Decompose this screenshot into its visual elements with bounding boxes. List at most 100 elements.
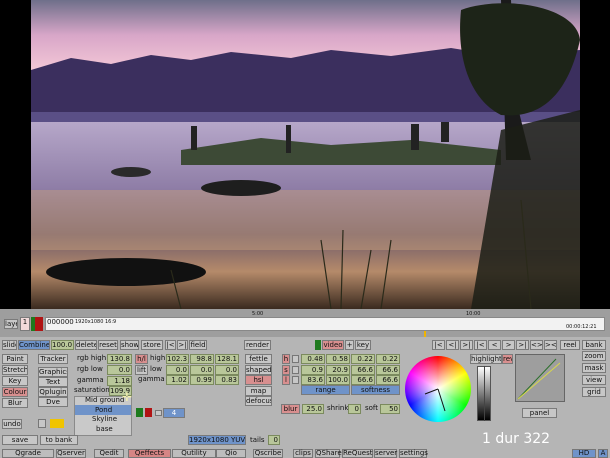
slide-button[interactable]: slide [2, 340, 17, 350]
l-button[interactable]: l [282, 375, 290, 385]
field-button[interactable]: field [189, 340, 207, 350]
dve-button[interactable]: Dve [38, 397, 68, 407]
low-g[interactable]: 0.0 [190, 365, 214, 375]
tab-qserver[interactable]: Qserver [56, 449, 86, 458]
h-value-2[interactable]: 0.58 [326, 354, 350, 364]
layer-index[interactable]: 4 [163, 408, 185, 418]
dropdown-option[interactable]: base [96, 425, 113, 434]
colour-button[interactable]: Colour [2, 387, 28, 397]
delete-button[interactable]: delete [75, 340, 97, 350]
gamma-r[interactable]: 1.02 [166, 375, 189, 385]
zoom-button[interactable]: zoom [582, 351, 606, 361]
to-bank-button[interactable]: to bank [40, 435, 78, 445]
tab-settings[interactable]: settings [399, 449, 428, 458]
map-button[interactable]: map [245, 386, 272, 396]
transport-button[interactable]: <> [530, 340, 543, 350]
mask-button[interactable]: mask [582, 363, 606, 373]
low-r[interactable]: 0.0 [166, 365, 189, 375]
tab-qgrade[interactable]: Qgrade [2, 449, 54, 458]
key-tool-button[interactable]: Key [2, 376, 28, 386]
playhead[interactable] [424, 331, 426, 337]
blur-toggle[interactable]: blur [281, 404, 300, 414]
tab-qeffects[interactable]: Qeffects [128, 449, 171, 458]
tab-clips[interactable]: clips [293, 449, 313, 458]
grid-button[interactable]: grid [582, 387, 606, 397]
softness-button[interactable]: softness [351, 385, 400, 395]
high-r[interactable]: 102.3 [166, 354, 189, 364]
gamma-value[interactable]: 1.18 [107, 376, 132, 386]
defocus-button[interactable]: defocus [245, 396, 272, 406]
h-value-4[interactable]: 0.22 [376, 354, 400, 364]
qplugin-button[interactable]: Qplugin [38, 387, 68, 397]
video-button[interactable]: video [322, 340, 344, 350]
h-toggle[interactable] [292, 355, 299, 363]
transport-button[interactable]: |< [432, 340, 445, 350]
transport-button[interactable]: > [502, 340, 515, 350]
blur-button[interactable]: Blur [2, 398, 28, 408]
s-toggle[interactable] [292, 366, 299, 374]
tab-request[interactable]: ReQuest [342, 449, 373, 458]
render-button[interactable]: render [244, 340, 271, 350]
store-button[interactable]: store [141, 340, 163, 350]
hsl-button[interactable]: hsl [245, 375, 272, 385]
transport-button[interactable]: <| [446, 340, 459, 350]
hd-badge[interactable]: HD [572, 449, 596, 458]
tab-qutility[interactable]: Qutility [172, 449, 216, 458]
transport-button[interactable]: >< [544, 340, 557, 350]
reset-button[interactable]: reset [98, 340, 118, 350]
high-b[interactable]: 128.1 [215, 354, 239, 364]
gamma-g[interactable]: 0.99 [190, 375, 214, 385]
blur-value[interactable]: 25.0 [302, 404, 324, 414]
tab-server[interactable]: server [374, 449, 397, 458]
tracker-button[interactable]: Tracker [38, 354, 68, 364]
add-button[interactable]: + [345, 340, 354, 350]
rev-button[interactable]: rev [502, 354, 513, 364]
rgb-low-value[interactable]: 0.0 [107, 365, 132, 375]
gamma-b[interactable]: 0.83 [215, 375, 239, 385]
rgb-high-value[interactable]: 130.8 [107, 354, 132, 364]
key-button[interactable]: key [355, 340, 371, 350]
l-toggle[interactable] [292, 376, 299, 384]
transport-button[interactable]: >| [460, 340, 473, 350]
next-button[interactable]: >| [177, 340, 188, 350]
format-label[interactable]: 1920x1080 YUV [188, 435, 246, 445]
transport-button[interactable]: >| [516, 340, 529, 350]
transport-button[interactable]: |< [474, 340, 487, 350]
bank-button[interactable]: bank [582, 340, 606, 350]
graphics-button[interactable]: Graphics [38, 367, 68, 377]
prev-button[interactable]: |< [165, 340, 176, 350]
soft-value[interactable]: 50 [380, 404, 400, 414]
dropdown-option[interactable]: Mid ground [85, 396, 124, 405]
combine-button[interactable]: Combine [18, 340, 50, 350]
s-value-3[interactable]: 66.6 [351, 365, 375, 375]
tab-qscribe[interactable]: Qscribe [253, 449, 283, 458]
tab-qedit[interactable]: Qedit [94, 449, 124, 458]
tails-value[interactable]: 0 [268, 435, 280, 445]
h-value-1[interactable]: 0.48 [301, 354, 325, 364]
a-badge[interactable]: A [598, 449, 608, 458]
l-value-4[interactable]: 66.6 [376, 375, 400, 385]
hl-button[interactable]: h/l [135, 354, 148, 364]
tab-qio[interactable]: Qio [216, 449, 246, 458]
l-value-2[interactable]: 100.0 [326, 375, 350, 385]
undo-toggle[interactable] [38, 419, 46, 428]
s-value-2[interactable]: 20.9 [326, 365, 350, 375]
lift-button[interactable]: lift [135, 365, 148, 375]
s-value-4[interactable]: 66.6 [376, 365, 400, 375]
l-value-3[interactable]: 66.6 [351, 375, 375, 385]
swap-chip[interactable] [155, 410, 162, 416]
h-value-3[interactable]: 0.22 [351, 354, 375, 364]
dropdown-option[interactable]: Pond [95, 406, 112, 415]
view-button[interactable]: view [582, 375, 606, 385]
s-value-1[interactable]: 0.9 [301, 365, 325, 375]
stretch-button[interactable]: Stretch [2, 365, 28, 375]
combine-value[interactable]: 100.0 [51, 340, 74, 350]
transport-button[interactable]: < [488, 340, 501, 350]
show-button[interactable]: show [120, 340, 139, 350]
eye-icon[interactable] [50, 419, 64, 428]
fettle-button[interactable]: fettle [245, 354, 272, 364]
text-button[interactable]: Text [38, 377, 68, 387]
shaped-button[interactable]: shaped [245, 365, 272, 375]
timeline-track[interactable] [45, 317, 605, 331]
h-button[interactable]: h [282, 354, 290, 364]
